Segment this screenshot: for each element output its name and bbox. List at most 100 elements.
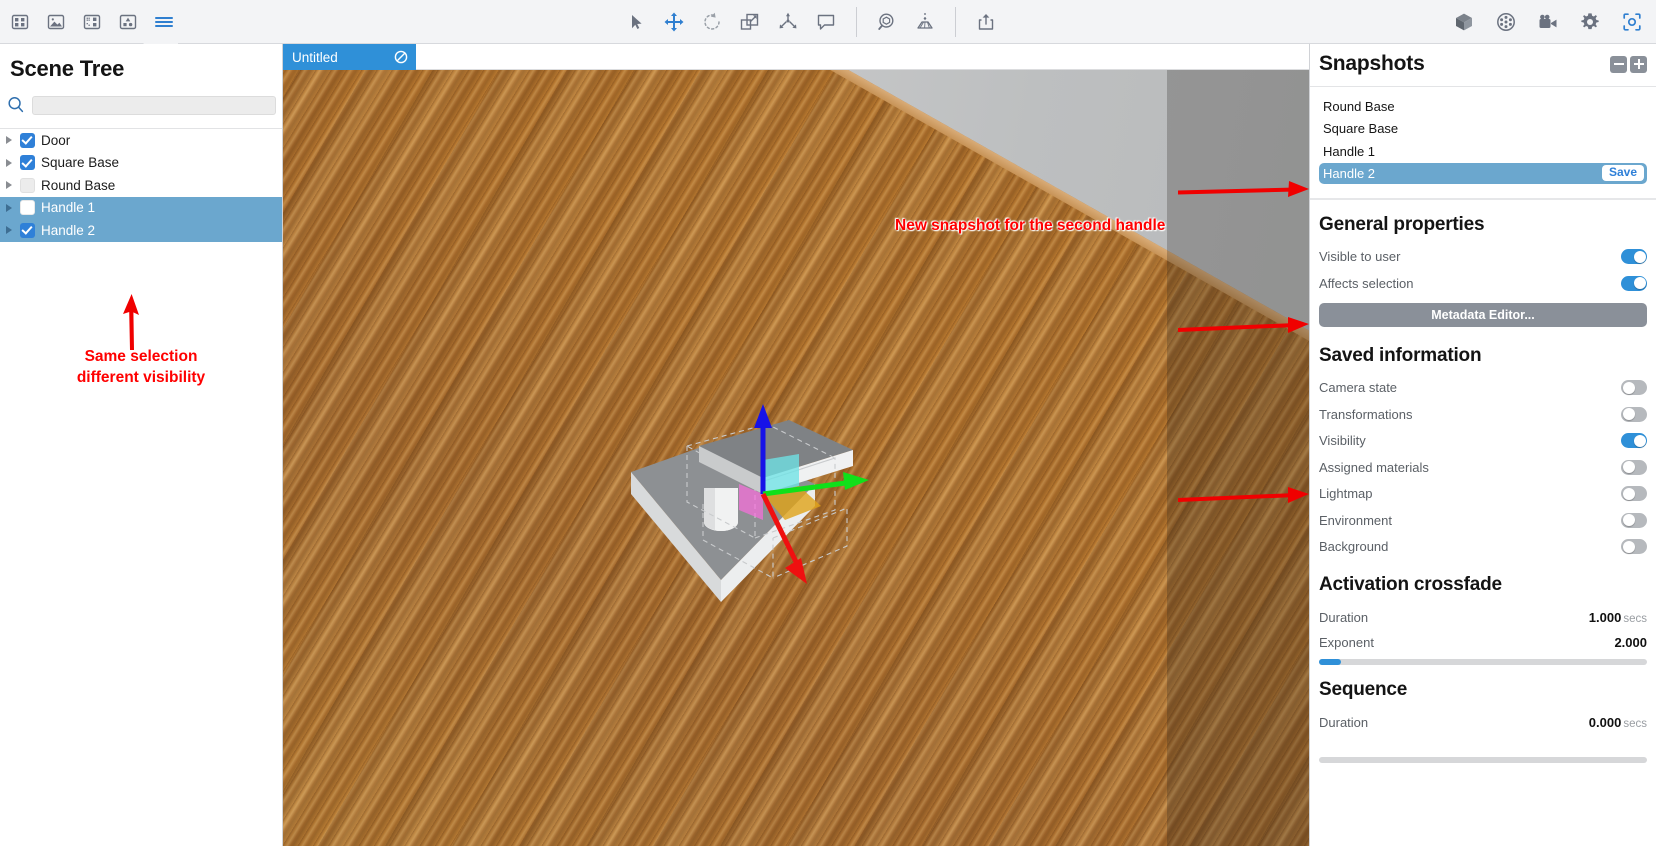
row-affects-selection[interactable]: Affects selection xyxy=(1310,270,1656,297)
inspect-model-icon[interactable] xyxy=(871,6,903,38)
annotation-new-snapshot: New snapshot for the second handle xyxy=(895,217,1166,234)
row-background[interactable]: Background xyxy=(1310,534,1656,561)
value-number[interactable]: 2.000 xyxy=(1614,635,1647,650)
page-title: Scene Tree xyxy=(10,56,125,81)
expand-chevron-icon[interactable] xyxy=(4,135,14,145)
snapshot-item-handle-1[interactable]: Handle 1 xyxy=(1319,140,1647,163)
viewport-3d-canvas[interactable]: New snapshot for the second handle xyxy=(283,70,1309,846)
visibility-checkbox[interactable] xyxy=(20,132,35,148)
annotation-selection-visibility: Same selection different visibility xyxy=(10,346,272,388)
camera-video-icon[interactable] xyxy=(1532,6,1564,38)
toolbar-divider xyxy=(856,7,857,37)
share-export-icon[interactable] xyxy=(970,6,1002,38)
transformations-toggle[interactable] xyxy=(1621,406,1647,422)
row-crossfade-duration: Duration 1.000 secs xyxy=(1310,604,1656,630)
row-assigned-materials[interactable]: Assigned materials xyxy=(1310,454,1656,481)
expand-chevron-icon[interactable] xyxy=(4,158,14,168)
row-camera-state[interactable]: Camera state xyxy=(1310,375,1656,402)
search-input[interactable] xyxy=(32,95,276,115)
visibility-checkbox[interactable] xyxy=(20,200,35,216)
tree-item-label: Handle 2 xyxy=(41,222,96,238)
toolbar-center-group xyxy=(620,0,1002,44)
row-value[interactable]: 1.000 secs xyxy=(1589,609,1647,627)
add-snapshot-button[interactable] xyxy=(1630,55,1647,73)
toolbar-left-group xyxy=(0,6,180,38)
activation-crossfade-title: Activation crossfade xyxy=(1319,574,1502,595)
tree-item-handle-2[interactable]: Handle 2 xyxy=(0,219,282,242)
visibility-checkbox[interactable] xyxy=(20,177,35,193)
save-snapshot-button[interactable]: Save xyxy=(1601,165,1644,181)
sequence-slider[interactable] xyxy=(1319,757,1647,763)
snapshots-title: Snapshots xyxy=(1319,52,1425,75)
snapshot-item-round-base[interactable]: Round Base xyxy=(1319,95,1647,118)
tree-item-handle-1[interactable]: Handle 1 xyxy=(0,196,282,219)
value-unit: secs xyxy=(1623,718,1647,730)
visibility-checkbox[interactable] xyxy=(20,222,35,238)
hamburger-menu-icon[interactable] xyxy=(148,6,180,38)
annotation-line-1: Same selection xyxy=(84,348,198,365)
rotate-tool-icon[interactable] xyxy=(696,6,728,38)
row-label: Environment xyxy=(1319,512,1392,528)
visible-to-user-toggle[interactable] xyxy=(1621,249,1647,265)
snapshot-item-handle-2[interactable]: Handle 2 Save xyxy=(1319,162,1647,184)
affects-selection-toggle[interactable] xyxy=(1621,275,1647,291)
row-environment[interactable]: Environment xyxy=(1310,507,1656,534)
visibility-checkbox[interactable] xyxy=(20,155,35,171)
camera-state-toggle[interactable] xyxy=(1621,380,1647,396)
row-visible-to-user[interactable]: Visible to user xyxy=(1310,244,1656,271)
row-lightmap[interactable]: Lightmap xyxy=(1310,481,1656,508)
tab-untitled[interactable]: Untitled xyxy=(283,44,416,70)
visibility-toggle[interactable] xyxy=(1621,433,1647,449)
environment-toggle[interactable] xyxy=(1621,512,1647,528)
move-tool-icon[interactable] xyxy=(658,6,690,38)
expand-chevron-icon[interactable] xyxy=(4,180,14,190)
tree-item-square-base[interactable]: Square Base xyxy=(0,152,282,175)
gear-icon[interactable] xyxy=(1574,6,1606,38)
exponent-slider[interactable] xyxy=(1319,659,1647,665)
handle-assembly-3d-object[interactable] xyxy=(603,398,923,658)
grid-layout-icon[interactable] xyxy=(4,6,36,38)
row-label: Duration xyxy=(1319,610,1369,625)
snapshots-header-buttons xyxy=(1610,55,1647,73)
snapshot-frame-icon[interactable] xyxy=(1616,6,1648,38)
material-ball-icon[interactable] xyxy=(1490,6,1522,38)
unsaved-circle-slash-icon[interactable] xyxy=(394,50,408,64)
sequence-title: Sequence xyxy=(1319,679,1408,700)
scene-tree-sidebar: Scene Tree Door Square Base Round Base H… xyxy=(0,44,283,846)
general-properties-title: General properties xyxy=(1319,213,1485,235)
row-sequence-duration: Duration 0.000 secs xyxy=(1310,709,1656,735)
expand-chevron-icon[interactable] xyxy=(4,203,14,213)
tree-item-label: Handle 1 xyxy=(41,200,96,216)
row-label: Exponent xyxy=(1319,635,1374,650)
viewport-panel: Untitled New snapshot for the second han… xyxy=(283,44,1309,846)
explode-tool-icon[interactable] xyxy=(772,6,804,38)
scale-tool-icon[interactable] xyxy=(734,6,766,38)
tree-item-round-base[interactable]: Round Base xyxy=(0,174,282,197)
annotation-tool-icon[interactable] xyxy=(810,6,842,38)
row-value[interactable]: 0.000 secs xyxy=(1589,714,1647,732)
row-transformations[interactable]: Transformations xyxy=(1310,401,1656,428)
background-toggle[interactable] xyxy=(1621,539,1647,555)
texture-grid-icon[interactable] xyxy=(76,6,108,38)
lighting-icon[interactable] xyxy=(909,6,941,38)
row-label: Transformations xyxy=(1319,406,1413,422)
select-arrow-icon[interactable] xyxy=(620,6,652,38)
slider-knob[interactable] xyxy=(1319,659,1341,665)
metadata-editor-button[interactable]: Metadata Editor... xyxy=(1319,302,1647,327)
snapshot-item-square-base[interactable]: Square Base xyxy=(1319,118,1647,141)
expand-chevron-icon[interactable] xyxy=(4,225,14,235)
row-label: Assigned materials xyxy=(1319,459,1429,475)
scene-tree-list: Door Square Base Round Base Handle 1 Han xyxy=(0,128,282,242)
tree-item-door[interactable]: Door xyxy=(0,129,282,152)
row-visibility[interactable]: Visibility xyxy=(1310,428,1656,455)
snapshot-label: Handle 2 xyxy=(1323,165,1376,181)
cube-icon[interactable] xyxy=(1448,6,1480,38)
shapes-icon[interactable] xyxy=(112,6,144,38)
saved-information-title: Saved information xyxy=(1319,344,1482,366)
image-icon[interactable] xyxy=(40,6,72,38)
remove-snapshot-button[interactable] xyxy=(1610,55,1627,73)
row-label: Duration xyxy=(1319,715,1369,730)
assigned-materials-toggle[interactable] xyxy=(1621,459,1647,475)
handle-post xyxy=(704,488,738,531)
lightmap-toggle[interactable] xyxy=(1621,486,1647,502)
